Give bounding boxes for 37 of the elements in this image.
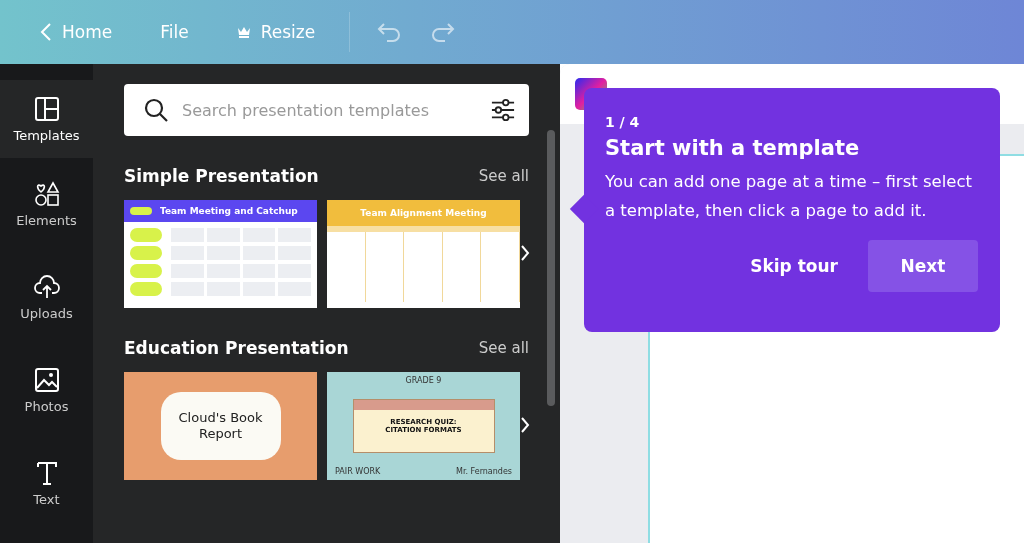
- undo-icon: [376, 21, 403, 43]
- template-label: PAIR WORK: [335, 467, 381, 476]
- sidebar-tab[interactable]: Templates: [0, 80, 93, 158]
- template-title: Team Meeting and Catchup: [160, 206, 298, 216]
- section-title: Education Presentation: [124, 338, 349, 358]
- see-all-link[interactable]: See all: [478, 339, 529, 357]
- see-all-link[interactable]: See all: [478, 167, 529, 185]
- skip-tour-button[interactable]: Skip tour: [726, 239, 862, 292]
- template-title: Team Alignment Meeting: [360, 208, 487, 218]
- cloud-upload-icon: [33, 274, 60, 300]
- next-button[interactable]: Next: [868, 239, 978, 292]
- logo-badge: [130, 207, 152, 215]
- back-icon: [40, 22, 52, 42]
- image-icon: [33, 367, 60, 393]
- sidebar-tab[interactable]: Uploads: [0, 251, 93, 344]
- redo-icon: [430, 21, 457, 43]
- layout-icon: [33, 95, 60, 122]
- template-label: GRADE 9: [405, 376, 442, 385]
- template-title: Cloud's Book Report: [177, 410, 264, 442]
- search-bar[interactable]: Search presentation templates: [124, 84, 529, 136]
- tour-text: You can add one page at a time – first select a template, then click a page to add it.: [605, 171, 973, 222]
- template-thumbnail[interactable]: Cloud's Book Report: [124, 372, 317, 480]
- crown-icon: [236, 26, 251, 38]
- filter-sliders-icon[interactable]: [491, 98, 515, 122]
- search-icon: [144, 98, 168, 122]
- sidebar-tab[interactable]: Photos: [0, 344, 93, 437]
- chevron-right-icon: [520, 244, 530, 262]
- template-thumbnail[interactable]: Team Meeting and Catchup: [124, 200, 317, 308]
- section-title: Simple Presentation: [124, 166, 319, 186]
- tour-title: Start with a template: [605, 136, 861, 160]
- scrollbar[interactable]: [547, 130, 555, 406]
- sidebar-tab[interactable]: Text: [0, 437, 93, 530]
- chevron-right-icon: [520, 416, 530, 434]
- shapes-icon: [33, 181, 60, 207]
- step-counter: 1 / 4: [605, 114, 641, 130]
- sidebar-tab[interactable]: Elements: [0, 158, 93, 251]
- template-label: Mr. Fernandes: [456, 467, 512, 476]
